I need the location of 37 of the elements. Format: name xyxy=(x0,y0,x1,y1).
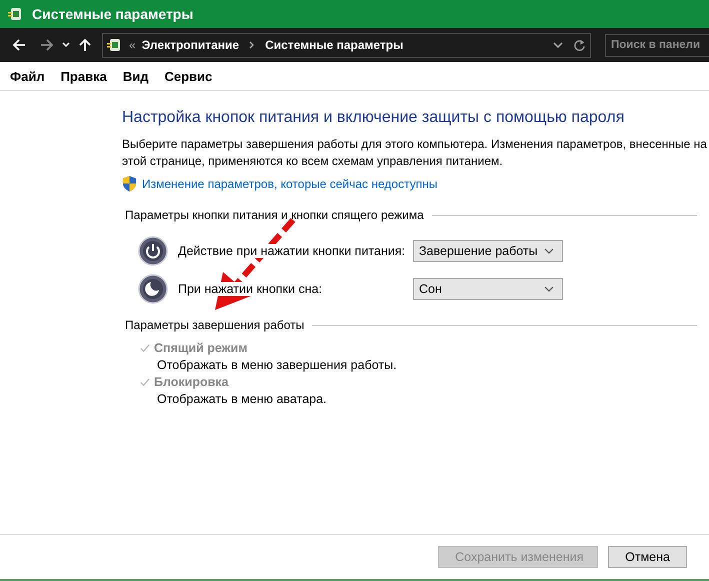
control-panel-icon xyxy=(8,6,24,22)
shield-icon xyxy=(122,175,137,192)
menu-item[interactable]: Файл xyxy=(10,68,45,84)
search-field[interactable]: Поиск в панели xyxy=(605,34,709,56)
menu-item[interactable]: Сервис xyxy=(164,68,212,84)
menu-item[interactable]: Вид xyxy=(122,68,148,84)
window-title: Системные параметры xyxy=(32,6,194,22)
refresh-icon[interactable] xyxy=(573,38,586,52)
action-label: При нажатии кнопки сна: xyxy=(178,282,322,296)
chevron-down-icon[interactable] xyxy=(553,42,563,48)
description-text: Выберите параметры завершения работы для этого компьютера. Изменения параметров, внесенные на этой странице, применяются ко всем схемам управления питанием. xyxy=(122,136,708,170)
action-dropdown[interactable]: Завершение работы xyxy=(413,240,563,262)
chevron-right-icon[interactable] xyxy=(249,41,256,49)
breadcrumb[interactable]: Системные параметры xyxy=(265,38,404,52)
admin-settings-link[interactable]: Изменение параметров, которые сейчас недоступны xyxy=(142,176,438,190)
address-bar[interactable]: « Электропитание Системные параметры xyxy=(102,32,591,58)
action-dropdown[interactable]: Сон xyxy=(413,278,563,300)
action-label: Действие при нажатии кнопки питания: xyxy=(178,244,406,258)
option-label: Блокировка xyxy=(154,375,228,389)
overflow-chevron[interactable]: « xyxy=(129,38,136,52)
section-title: Параметры завершения работы xyxy=(125,318,304,332)
up-arrow-icon[interactable] xyxy=(78,38,92,52)
forward-arrow-icon[interactable] xyxy=(40,38,54,52)
chevron-down-icon xyxy=(544,248,554,254)
section-title: Параметры кнопки питания и кнопки спящего режима xyxy=(125,208,424,222)
back-arrow-icon[interactable] xyxy=(12,38,26,52)
option-description: Отображать в меню завершения работы. xyxy=(157,358,398,372)
menu-item[interactable]: Правка xyxy=(60,68,107,84)
page-heading: Настройка кнопок питания и включение защиты с помощью пароля xyxy=(122,109,626,127)
option-label: Спящий режим xyxy=(154,341,248,355)
breadcrumb[interactable]: Электропитание xyxy=(142,38,240,52)
moon-icon xyxy=(138,274,168,304)
chevron-down-icon xyxy=(544,286,554,292)
control-panel-icon xyxy=(107,37,123,53)
power-icon xyxy=(138,236,168,266)
cancel-button[interactable]: Отмена xyxy=(608,546,687,568)
option-description: Отображать в меню аватара. xyxy=(157,392,328,406)
